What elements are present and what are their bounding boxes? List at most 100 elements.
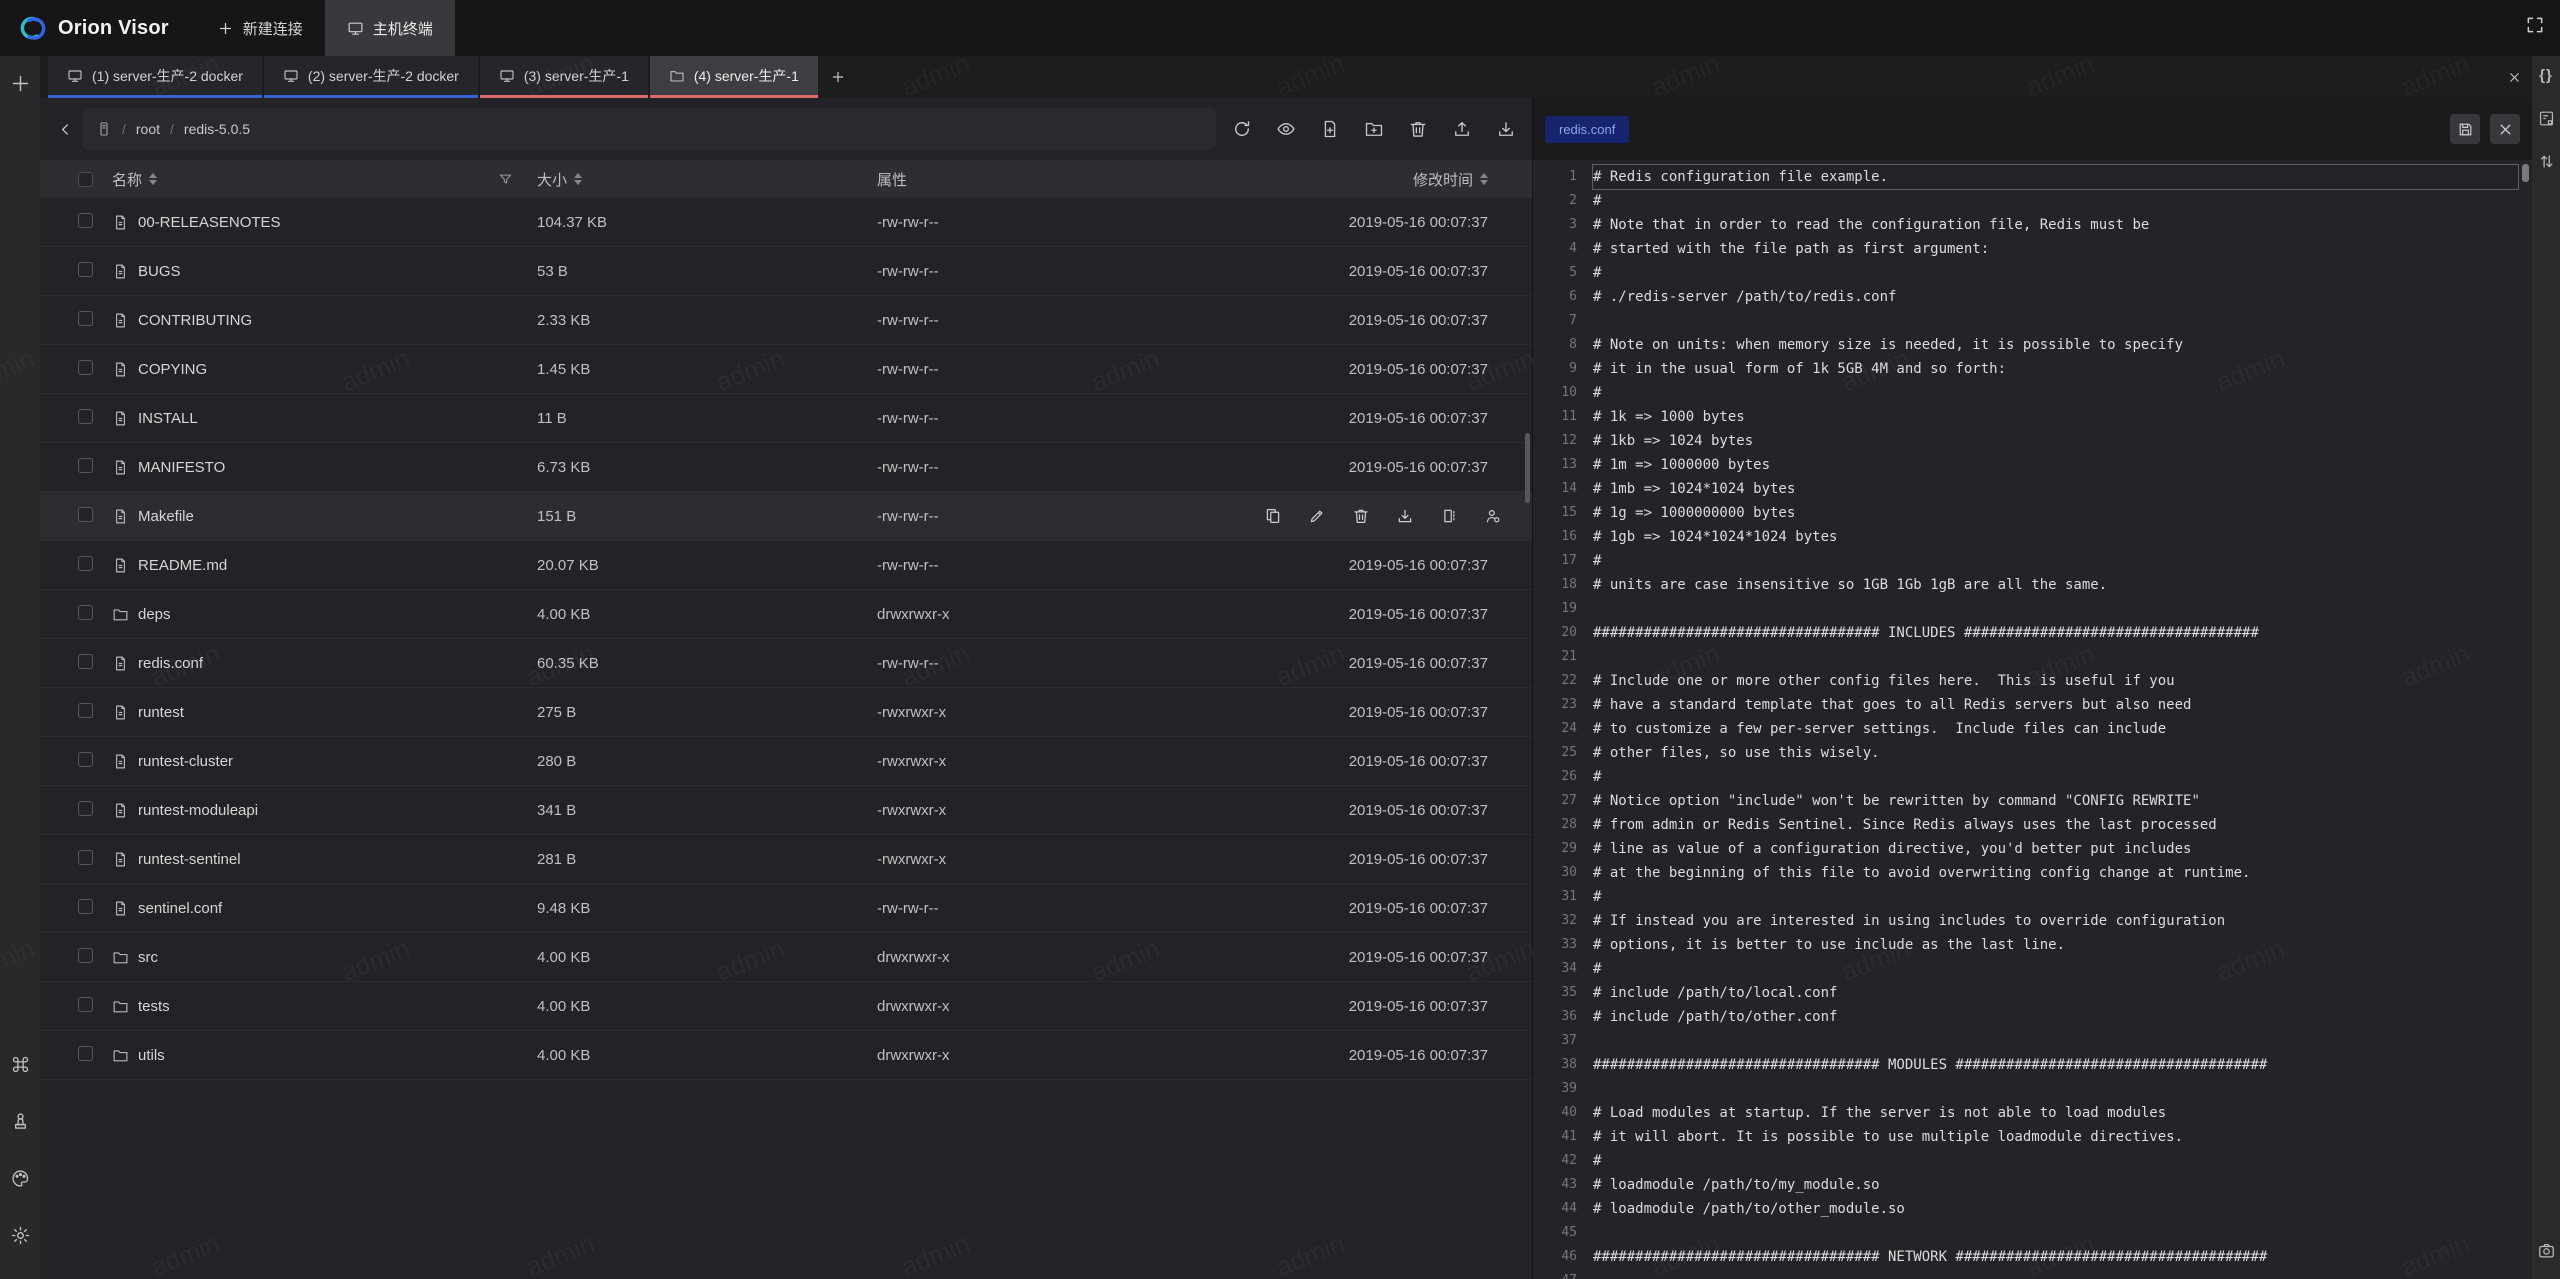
editor-scrollbar[interactable] [2522,164,2529,182]
table-row[interactable]: Makefile151 B-rw-rw-r-- [40,492,1532,541]
braces-icon[interactable]: {} [2533,62,2559,88]
upload-icon[interactable] [1452,119,1472,139]
code-line[interactable]: 34# [1543,957,2518,981]
session-tab-2[interactable]: (2) server-生产-2 docker [264,56,478,98]
download-icon[interactable] [1396,507,1414,525]
table-row[interactable]: INSTALL11 B-rw-rw-r--2019-05-16 00:07:37 [40,394,1532,443]
col-mtime-header[interactable]: 修改时间 [1413,169,1473,190]
code-line[interactable]: 25# other files, so use this wisely. [1543,741,2518,765]
code-line[interactable]: 41# it will abort. It is possible to use… [1543,1125,2518,1149]
code-line[interactable]: 3# Note that in order to read the config… [1543,213,2518,237]
code-line[interactable]: 31# [1543,885,2518,909]
host-terminal-tab[interactable]: 主机终端 [325,0,455,56]
editor-file-tab[interactable]: redis.conf [1545,116,1629,143]
code-line[interactable]: 22# Include one or more other config fil… [1543,669,2518,693]
sort-size-icon[interactable] [574,173,582,185]
row-checkbox[interactable] [78,899,93,914]
code-line[interactable]: 44# loadmodule /path/to/other_module.so [1543,1197,2518,1221]
code-line[interactable]: 14# 1mb => 1024*1024 bytes [1543,477,2518,501]
path-segment[interactable]: redis-5.0.5 [184,121,250,137]
filter-icon[interactable] [498,172,513,187]
code-line[interactable]: 18# units are case insensitive so 1GB 1G… [1543,573,2518,597]
code-line[interactable]: 19 [1543,597,2518,621]
table-row[interactable]: COPYING1.45 KB-rw-rw-r--2019-05-16 00:07… [40,345,1532,394]
select-all-checkbox[interactable] [78,172,93,187]
edit-icon[interactable] [1308,507,1326,525]
table-row[interactable]: CONTRIBUTING2.33 KB-rw-rw-r--2019-05-16 … [40,296,1532,345]
shortcut-keys-icon[interactable] [6,1050,34,1078]
table-row[interactable]: runtest-moduleapi341 B-rwxrwxr-x2019-05-… [40,786,1532,835]
col-name-header[interactable]: 名称 [112,169,142,190]
row-checkbox[interactable] [78,556,93,571]
code-line[interactable]: 1# Redis configuration file example. [1543,165,2518,189]
add-session-button[interactable] [818,56,858,98]
file-name[interactable]: COPYING [138,361,207,378]
row-checkbox[interactable] [78,360,93,375]
code-line[interactable]: 9# it in the usual form of 1k 5GB 4M and… [1543,357,2518,381]
new-file-icon[interactable] [1320,119,1340,139]
file-name[interactable]: utils [138,1047,165,1064]
code-line[interactable]: 11# 1k => 1000 bytes [1543,405,2518,429]
file-name[interactable]: deps [138,606,171,623]
row-checkbox[interactable] [78,262,93,277]
row-checkbox[interactable] [78,409,93,424]
table-row[interactable]: utils4.00 KBdrwxrwxr-x2019-05-16 00:07:3… [40,1031,1532,1080]
row-checkbox[interactable] [78,458,93,473]
code-line[interactable]: 17# [1543,549,2518,573]
file-name[interactable]: src [138,949,158,966]
code-line[interactable]: 39 [1543,1077,2518,1101]
code-line[interactable]: 32# If instead you are interested in usi… [1543,909,2518,933]
settings-gear-icon[interactable] [6,1221,34,1249]
code-line[interactable]: 15# 1g => 1000000000 bytes [1543,501,2518,525]
screenshot-camera-icon[interactable] [2533,1237,2559,1263]
row-checkbox[interactable] [78,752,93,767]
code-line[interactable]: 27# Notice option "include" won't be rew… [1543,789,2518,813]
file-name[interactable]: CONTRIBUTING [138,312,252,329]
file-name[interactable]: BUGS [138,263,181,280]
code-line[interactable]: 10# [1543,381,2518,405]
code-line[interactable]: 36# include /path/to/other.conf [1543,1005,2518,1029]
col-size-header[interactable]: 大小 [537,169,567,190]
close-session-icon[interactable] [2496,56,2532,98]
code-line[interactable]: 45 [1543,1221,2518,1245]
session-tab-4[interactable]: (4) server-生产-1 [650,56,818,98]
new-folder-icon[interactable] [1364,119,1384,139]
row-checkbox[interactable] [78,948,93,963]
file-name[interactable]: runtest [138,704,184,721]
file-name[interactable]: MANIFESTO [138,459,225,476]
transfer-list-icon[interactable] [2533,148,2559,174]
table-row[interactable]: tests4.00 KBdrwxrwxr-x2019-05-16 00:07:3… [40,982,1532,1031]
code-line[interactable]: 12# 1kb => 1024 bytes [1543,429,2518,453]
bookmark-file-icon[interactable] [2533,105,2559,131]
code-line[interactable]: 47 [1543,1269,2518,1279]
code-line[interactable]: 23# have a standard template that goes t… [1543,693,2518,717]
brand[interactable]: Orion Visor [0,0,195,56]
table-row[interactable]: sentinel.conf9.48 KB-rw-rw-r--2019-05-16… [40,884,1532,933]
code-line[interactable]: 24# to customize a few per-server settin… [1543,717,2518,741]
code-line[interactable]: 46################################## NET… [1543,1245,2518,1269]
move-icon[interactable] [1440,507,1458,525]
path-input[interactable]: /root/redis-5.0.5 [82,108,1216,150]
table-row[interactable]: runtest-cluster280 B-rwxrwxr-x2019-05-16… [40,737,1532,786]
code-line[interactable]: 37 [1543,1029,2518,1053]
table-row[interactable]: BUGS53 B-rw-rw-r--2019-05-16 00:07:37 [40,247,1532,296]
row-checkbox[interactable] [78,850,93,865]
code-line[interactable]: 5# [1543,261,2518,285]
code-line[interactable]: 38################################## MOD… [1543,1053,2518,1077]
row-checkbox[interactable] [78,703,93,718]
refresh-icon[interactable] [1232,119,1252,139]
back-icon[interactable] [48,108,82,150]
file-name[interactable]: README.md [138,557,227,574]
code-line[interactable]: 40# Load modules at startup. If the serv… [1543,1101,2518,1125]
code-line[interactable]: 28# from admin or Redis Sentinel. Since … [1543,813,2518,837]
code-line[interactable]: 33# options, it is better to use include… [1543,933,2518,957]
delete-icon[interactable] [1408,119,1428,139]
code-line[interactable]: 29# line as value of a configuration dir… [1543,837,2518,861]
code-line[interactable]: 16# 1gb => 1024*1024*1024 bytes [1543,525,2518,549]
row-checkbox[interactable] [78,997,93,1012]
file-name[interactable]: 00-RELEASENOTES [138,214,281,231]
code-editor[interactable]: 1# Redis configuration file example.2#3#… [1533,160,2532,1279]
new-connection-button[interactable]: 新建连接 [195,0,325,56]
save-file-icon[interactable] [2450,114,2480,144]
table-row[interactable]: deps4.00 KBdrwxrwxr-x2019-05-16 00:07:37 [40,590,1532,639]
